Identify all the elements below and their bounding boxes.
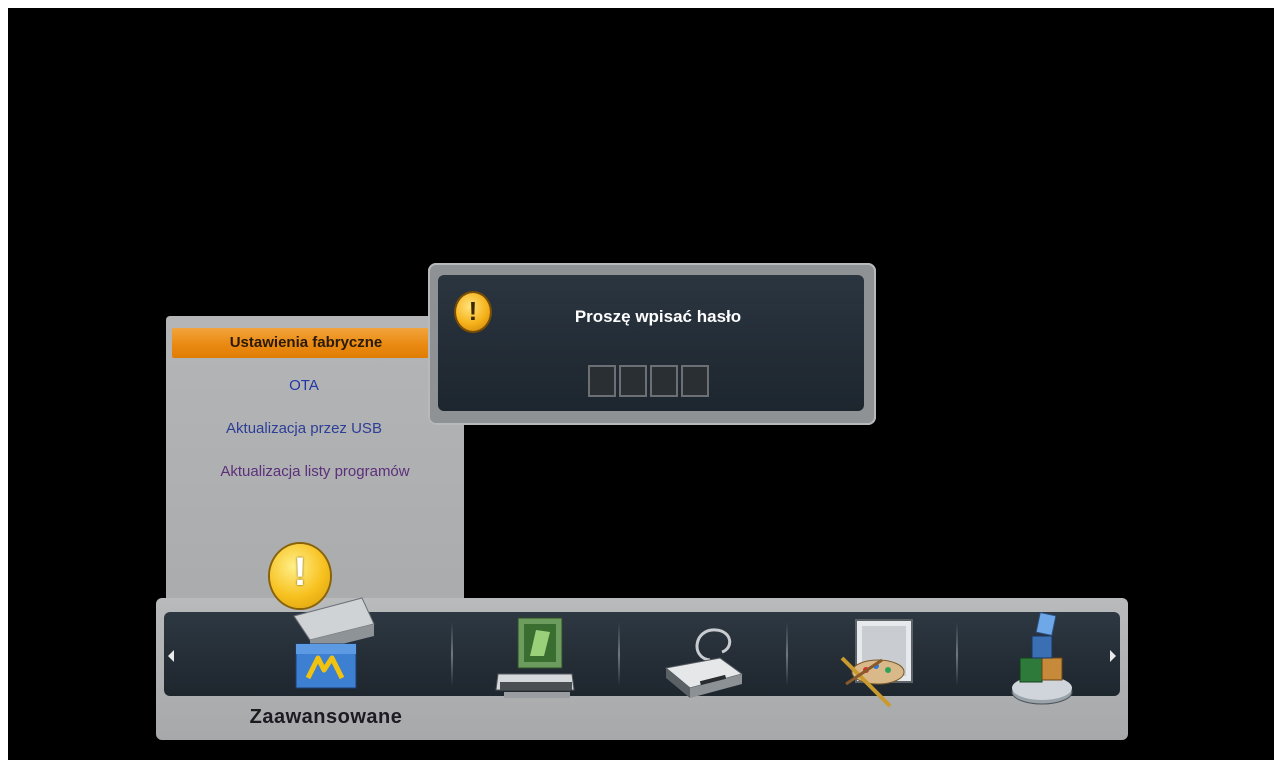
apps-icon[interactable] (1002, 606, 1082, 710)
pin-digit-1[interactable] (588, 365, 616, 397)
pin-digit-4[interactable] (681, 365, 709, 397)
display-settings-icon[interactable] (828, 614, 928, 710)
tv-screen: Ustawienia fabryczne OTA Aktualizacja pr… (8, 8, 1274, 760)
pin-digit-3[interactable] (650, 365, 678, 397)
menu-divider (956, 622, 958, 686)
menu-divider (618, 622, 620, 686)
submenu-item-channel-list-update[interactable]: Aktualizacja listy programów (170, 457, 460, 487)
menu-divider (451, 622, 453, 686)
warning-icon: ! (456, 293, 490, 331)
password-dialog-body: ! Proszę wpisać hasło (438, 275, 864, 411)
pin-digit-2[interactable] (619, 365, 647, 397)
connection-icon[interactable] (660, 618, 750, 706)
scroll-right-arrow-icon[interactable] (1110, 650, 1116, 662)
dialog-title: Proszę wpisać hasło (574, 307, 742, 326)
main-menu-track (164, 597, 1120, 708)
menu-divider (786, 622, 788, 686)
submenu-item-usb-update[interactable]: Aktualizacja przez USB (166, 414, 442, 444)
main-menu-bar: Zaawansowane (156, 597, 1128, 740)
channel-search-icon[interactable] (492, 612, 582, 704)
password-dialog: ! Proszę wpisać hasło (428, 263, 876, 425)
pin-input[interactable] (588, 365, 709, 397)
selected-menu-label: Zaawansowane (249, 706, 403, 728)
submenu-item-ota[interactable]: OTA (166, 371, 442, 401)
scroll-left-arrow-icon[interactable] (168, 650, 174, 662)
warning-icon-large: ! (270, 544, 330, 608)
submenu-item-factory-settings[interactable]: Ustawienia fabryczne (172, 328, 440, 358)
